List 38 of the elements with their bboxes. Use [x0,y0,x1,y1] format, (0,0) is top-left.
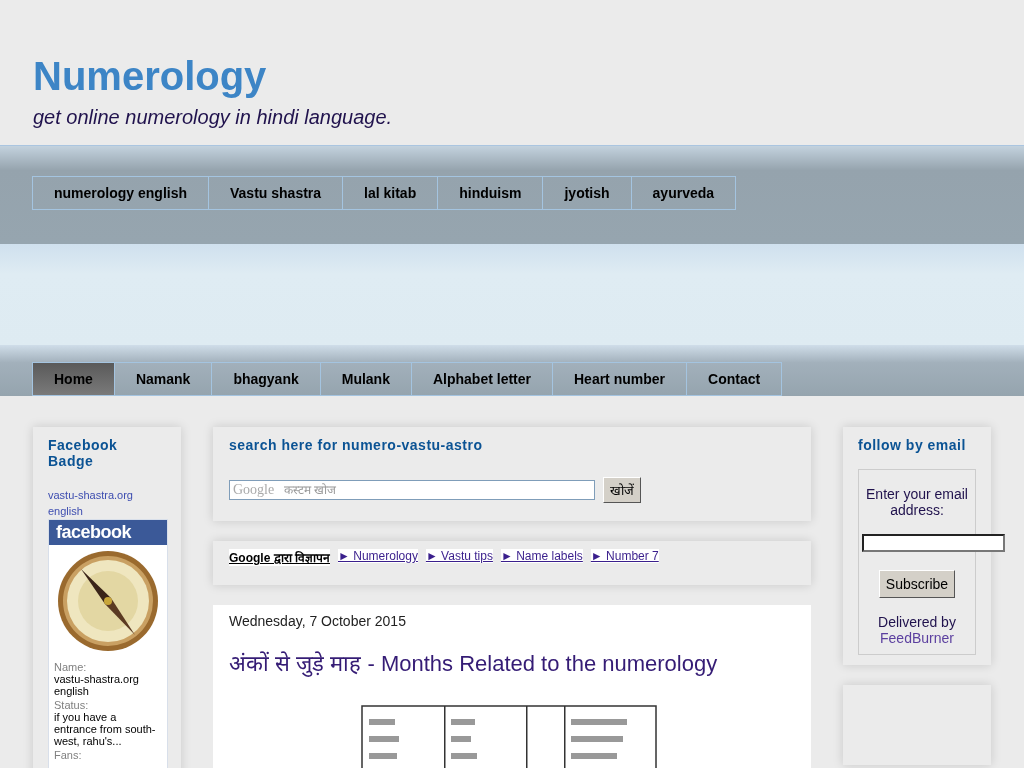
email-prompt: Enter your email address: [865,486,969,518]
nav-tab[interactable]: Home [32,362,115,396]
post-date: Wednesday, 7 October 2015 [229,613,407,629]
widget-title: search here for numero-vastu-astro [229,437,484,453]
nav-link[interactable]: ayurveda [630,176,737,210]
nav-tab[interactable]: Namank [113,362,213,396]
nav-tab[interactable]: Mulank [319,362,412,396]
ad-link[interactable]: ► Number 7 [590,549,659,563]
post-title[interactable]: अंकों से जुडे़ माह - Months Related to the numerology [229,647,795,677]
ads-label[interactable]: Google द्वारा विज्ञापन [229,549,330,566]
blog-tagline: get online numerology in hindi language. [33,106,393,129]
nav-link[interactable]: hinduism [437,176,544,210]
nav-tab[interactable]: bhagyank [211,362,321,396]
email-field[interactable] [862,534,1005,552]
badge-link[interactable]: vastu-shastra.org english [48,487,166,519]
field-label: Status: [54,699,90,711]
facebook-logo[interactable]: facebook [49,520,167,545]
subscribe-button[interactable]: Subscribe [878,570,956,598]
widget-title: follow by email [858,437,967,453]
ad-link[interactable]: ► Vastu tips [425,549,493,563]
nav-tab[interactable]: Heart number [552,362,687,396]
field-value: if you have a entrance from south-west, rahu's... [54,711,157,747]
nav-link[interactable]: lal kitab [342,176,439,210]
nav-tab[interactable]: Contact [686,362,783,396]
nav-link[interactable]: Vastu shastra [208,176,344,210]
brand-label: Google [233,481,275,499]
nav-tab[interactable]: Alphabet letter [410,362,553,396]
field-label: Name: [54,661,88,673]
feedburner-link[interactable]: FeedBurner [859,630,975,648]
field-value: vastu-shastra.org english [54,673,140,697]
ad-link[interactable]: ► Name labels [500,549,583,563]
nav-link[interactable]: numerology english [32,176,209,210]
widget-title: Facebook Badge [48,437,119,469]
ad-link[interactable]: ► Numerology [338,549,418,563]
field-label: Fans: [54,749,83,761]
search-button[interactable]: खोजें [603,477,641,503]
nav-link[interactable]: jyotish [542,176,632,210]
delivered-text: Delivered by [877,614,957,630]
